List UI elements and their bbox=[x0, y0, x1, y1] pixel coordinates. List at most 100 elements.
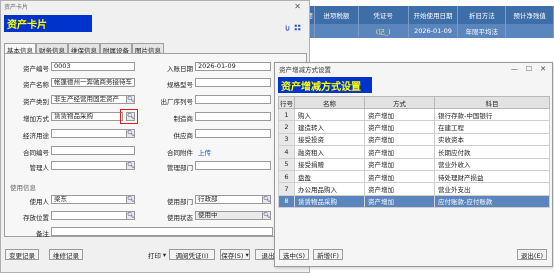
adjust-voucher-button[interactable]: 调阅凭证(I) bbox=[169, 249, 215, 260]
table-row[interactable]: 5 接受捐赠 资产增加 营业外收入 bbox=[278, 157, 550, 171]
basic-info-panel: 资产编号 0003 资产名称 帐篷德州一奔驰商务接待车 资产类别 非生产经营用固… bbox=[4, 53, 307, 238]
attach-icon[interactable] bbox=[284, 24, 291, 31]
grid-cell bbox=[506, 24, 554, 38]
grid-header-cell: 凭证号 bbox=[359, 6, 409, 24]
asset-card-window: 资产卡片 ✕ 资产卡片 基本信息 财务信息 维保信息 附属设备 图片信息 资产编… bbox=[0, 0, 310, 273]
grid-header-cell: 进项税额 bbox=[315, 6, 359, 24]
method-cell: 资产增加 bbox=[364, 194, 435, 209]
add-button[interactable]: 新增(F) bbox=[313, 249, 343, 260]
method-cell: 资产增加 bbox=[364, 157, 435, 171]
remark-label: 备注 bbox=[36, 230, 49, 238]
contract-attachment-label: 合同附件 bbox=[167, 149, 193, 157]
save-button[interactable]: 保存(S) ▾ bbox=[220, 249, 250, 260]
row-no-cell: 4 bbox=[278, 145, 295, 159]
account-cell: 应付账款-应付账款 bbox=[434, 194, 550, 209]
grid-icon[interactable] bbox=[294, 24, 301, 31]
search-icon[interactable]: 🔍︎ bbox=[126, 112, 135, 121]
account-cell: 长期应付款 bbox=[434, 145, 550, 159]
exit-dialog-button[interactable]: 退出(E) bbox=[517, 249, 547, 260]
maintenance-log-button[interactable]: 维修记录 bbox=[49, 249, 83, 260]
account-cell: 营业外收入 bbox=[434, 157, 550, 171]
grid-row[interactable]: (记_) 2026-01-09 年限平均法 bbox=[299, 24, 554, 38]
asset-code-label: 资产编号 bbox=[23, 65, 49, 73]
name-cell: 接受投资 bbox=[294, 132, 365, 147]
user-field[interactable]: 梁东 bbox=[51, 195, 127, 204]
minimize-icon[interactable]: — bbox=[511, 65, 518, 73]
mgmt-dept-label: 管理部门 bbox=[167, 164, 193, 172]
increase-method-field[interactable]: 赁赁物品采购 bbox=[51, 112, 123, 121]
table-row[interactable]: 2 建造转入 资产增加 在建工程 bbox=[278, 120, 550, 134]
entry-date-field[interactable]: 2026-01-09 bbox=[195, 62, 271, 71]
search-icon[interactable]: 🔍︎ bbox=[126, 195, 135, 204]
use-dept-field[interactable]: 行政部 bbox=[195, 195, 263, 204]
increase-method-label: 增加方式 bbox=[23, 115, 49, 123]
manufacturer-label: 制造商 bbox=[173, 115, 194, 123]
asset-category-field[interactable]: 非生产经营用固定资产 bbox=[51, 95, 127, 104]
dialog-window-title: 资产增减方式设置 bbox=[279, 65, 331, 74]
economic-use-field[interactable] bbox=[51, 129, 127, 138]
asset-code-field[interactable]: 0003 bbox=[51, 62, 135, 71]
remark-field[interactable] bbox=[51, 227, 273, 236]
search-icon[interactable]: 🔍︎ bbox=[126, 95, 135, 104]
serial-no-field[interactable] bbox=[195, 95, 271, 104]
user-label: 使用人 bbox=[29, 198, 50, 206]
name-cell: 盘盈 bbox=[294, 169, 365, 184]
asset-name-label: 资产名称 bbox=[23, 81, 49, 89]
close-icon[interactable]: ✕ bbox=[540, 65, 546, 73]
account-cell: 在建工程 bbox=[434, 120, 550, 134]
card-window-title: 资产卡片 bbox=[4, 4, 29, 11]
asset-name-field[interactable]: 帐篷德州一奔驰商务接待车 bbox=[51, 78, 135, 87]
row-no-cell: 7 bbox=[278, 182, 295, 196]
window-controls: — ☐ ✕ bbox=[511, 65, 546, 73]
name-cell: 购入 bbox=[294, 107, 365, 122]
search-icon[interactable]: 🔍︎ bbox=[262, 211, 271, 220]
background-asset-grid: 摘要 进项税额 凭证号 开始使用日期 折旧方法 预计净残值 (记_) 2026-… bbox=[298, 6, 554, 52]
upload-link[interactable]: 上传 bbox=[198, 147, 211, 157]
grid-cell: 2026-01-09 bbox=[409, 24, 459, 38]
search-icon[interactable]: 🔍︎ bbox=[262, 195, 271, 204]
card-titlebar: 资产卡片 ✕ bbox=[1, 1, 309, 12]
name-cell: 接受捐赠 bbox=[294, 157, 365, 171]
spec-model-label: 规格型号 bbox=[167, 81, 193, 89]
save-label: 保存(S) bbox=[221, 251, 244, 260]
row-no-cell: 2 bbox=[278, 120, 295, 134]
select-button[interactable]: 选中(S) bbox=[279, 249, 309, 260]
change-log-button[interactable]: 变更记录 bbox=[5, 249, 39, 260]
spec-model-field[interactable] bbox=[195, 78, 271, 87]
table-row[interactable]: 3 接受投资 资产增加 实收资本 bbox=[278, 132, 550, 147]
asset-category-label: 资产类别 bbox=[23, 98, 49, 106]
table-header-row: 行号 名称 方式 科目 bbox=[278, 96, 550, 109]
method-table: 行号 名称 方式 科目 1 购入 资产增加 银行存款-中国银行 2 建造转入 资产增加 在建工… bbox=[278, 96, 550, 209]
dialog-banner: 资产增减方式设置 bbox=[278, 77, 372, 93]
use-status-field[interactable]: 使用中 bbox=[195, 211, 263, 220]
close-icon[interactable]: ✕ bbox=[294, 2, 301, 11]
location-label: 存放位置 bbox=[23, 214, 49, 222]
col-header-row-no: 行号 bbox=[278, 96, 295, 109]
table-row[interactable]: 1 购入 资产增加 银行存款-中国银行 bbox=[278, 107, 550, 122]
entry-date-label: 入账日期 bbox=[167, 65, 193, 73]
mgmt-dept-field[interactable] bbox=[195, 161, 271, 170]
table-row[interactable]: 4 融资租入 资产增加 长期应付款 bbox=[278, 145, 550, 159]
print-button[interactable]: 打印 ▾ bbox=[145, 249, 169, 260]
search-icon[interactable]: 🔍︎ bbox=[126, 129, 135, 138]
supplier-label: 供应商 bbox=[173, 132, 194, 140]
table-row[interactable]: 8 赁赁物品采购 资产增加 应付账款-应付账款 bbox=[278, 194, 550, 209]
supplier-field[interactable] bbox=[195, 129, 271, 138]
grid-header: 摘要 进项税额 凭证号 开始使用日期 折旧方法 预计净残值 bbox=[299, 6, 554, 24]
method-cell: 资产增加 bbox=[364, 107, 435, 122]
search-icon[interactable]: 🔍︎ bbox=[126, 161, 135, 170]
col-header-account: 科目 bbox=[434, 96, 550, 109]
manager-field[interactable] bbox=[51, 161, 127, 170]
card-toolbar-icons bbox=[284, 24, 301, 31]
table-row[interactable]: 6 盘盈 资产增加 待处理财产损益 bbox=[278, 169, 550, 184]
row-no-cell: 1 bbox=[278, 107, 295, 122]
contract-no-field[interactable] bbox=[51, 146, 135, 155]
table-row[interactable]: 7 办公用品购入 资产增加 营业外支出 bbox=[278, 182, 550, 196]
manufacturer-field[interactable] bbox=[195, 112, 271, 121]
search-icon[interactable]: 🔍︎ bbox=[126, 211, 135, 220]
grid-header-cell: 折旧方法 bbox=[458, 6, 507, 24]
location-field[interactable] bbox=[51, 211, 127, 220]
contract-no-label: 合同编号 bbox=[23, 149, 49, 157]
row-no-cell: 3 bbox=[278, 132, 295, 147]
maximize-icon[interactable]: ☐ bbox=[526, 65, 532, 73]
